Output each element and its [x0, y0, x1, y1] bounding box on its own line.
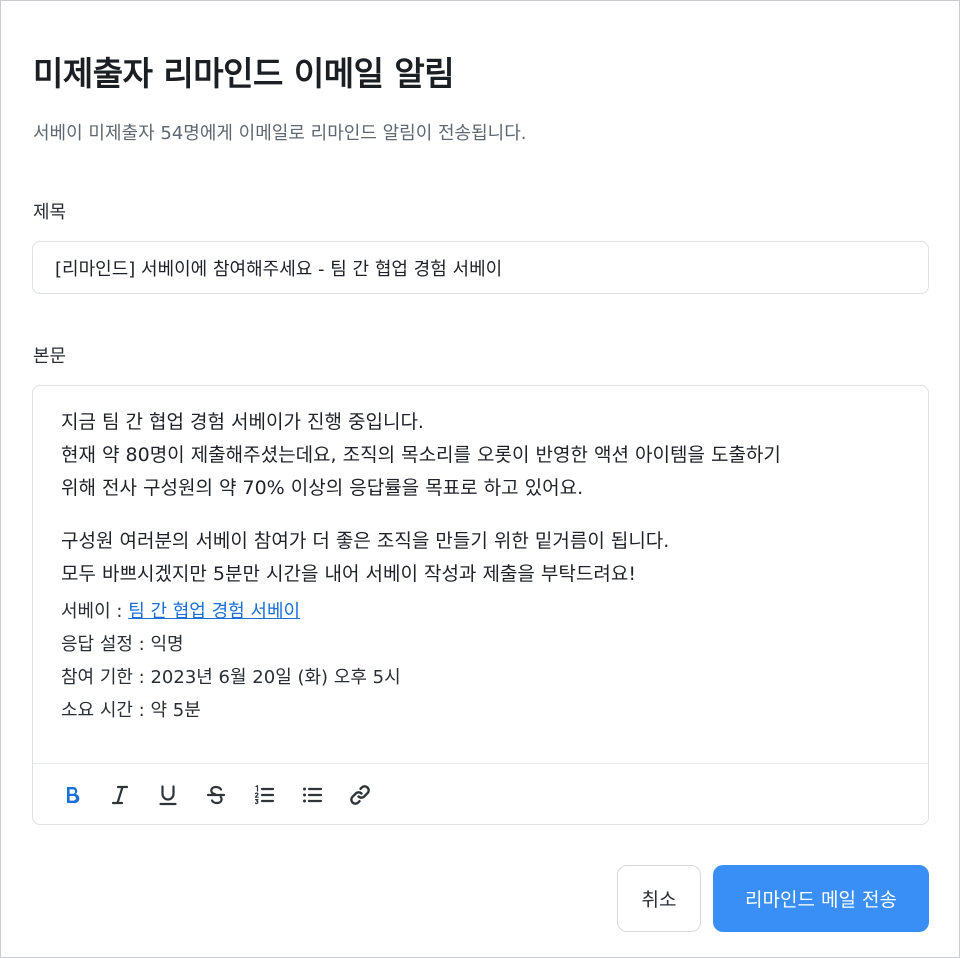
deadline-line: 참여 기한 : 2023년 6월 20일 (화) 오후 5시 — [61, 667, 401, 688]
italic-icon[interactable] — [101, 776, 139, 814]
underline-icon[interactable] — [149, 776, 187, 814]
survey-link[interactable]: 팀 간 협업 경험 서베이 — [128, 601, 300, 622]
survey-info-line: 서베이 : 팀 간 협업 경험 서베이 — [61, 595, 908, 628]
send-reminder-button[interactable]: 리마인드 메일 전송 — [713, 865, 929, 932]
ordered-list-icon[interactable] — [245, 776, 283, 814]
dialog-subtitle: 서베이 미제출자 54명에게 이메일로 리마인드 알림이 전송됩니다. — [33, 123, 527, 144]
survey-label: 서베이 : — [61, 601, 129, 622]
body-editor[interactable]: 지금 팀 간 협업 경험 서베이가 진행 중입니다. 현재 약 80명이 제출해… — [32, 385, 929, 825]
body-paragraph-line: 위해 전사 구성원의 약 70% 이상의 응답률을 목표로 하고 있어요. — [61, 477, 584, 499]
body-editor-content[interactable]: 지금 팀 간 협업 경험 서베이가 진행 중입니다. 현재 약 80명이 제출해… — [61, 406, 908, 727]
body-paragraph-line: 현재 약 80명이 제출해주셨는데요, 조직의 목소리를 오롯이 반영한 액션 … — [61, 444, 781, 466]
response-setting-line: 응답 설정 : 익명 — [61, 634, 184, 655]
subject-input[interactable] — [32, 241, 929, 294]
reminder-email-dialog: 미제출자 리마인드 이메일 알림 서베이 미제출자 54명에게 이메일로 리마인… — [0, 0, 960, 958]
editor-toolbar — [33, 763, 928, 825]
dialog-title: 미제출자 리마인드 이메일 알림 — [33, 54, 455, 93]
bold-icon[interactable] — [53, 776, 91, 814]
strikethrough-icon[interactable] — [197, 776, 235, 814]
subject-label: 제목 — [33, 202, 67, 223]
body-paragraph-line: 구성원 여러분의 서베이 참여가 더 좋은 조직을 만들기 위한 밑거름이 됩니… — [61, 530, 670, 552]
body-label: 본문 — [33, 346, 67, 367]
bullet-list-icon[interactable] — [293, 776, 331, 814]
cancel-button[interactable]: 취소 — [617, 865, 701, 932]
link-icon[interactable] — [341, 776, 379, 814]
body-paragraph-line: 모두 바쁘시겠지만 5분만 시간을 내어 서베이 작성과 제출을 부탁드려요! — [61, 563, 636, 585]
duration-line: 소요 시간 : 약 5분 — [61, 700, 201, 721]
body-paragraph-line: 지금 팀 간 협업 경험 서베이가 진행 중입니다. — [61, 411, 424, 433]
